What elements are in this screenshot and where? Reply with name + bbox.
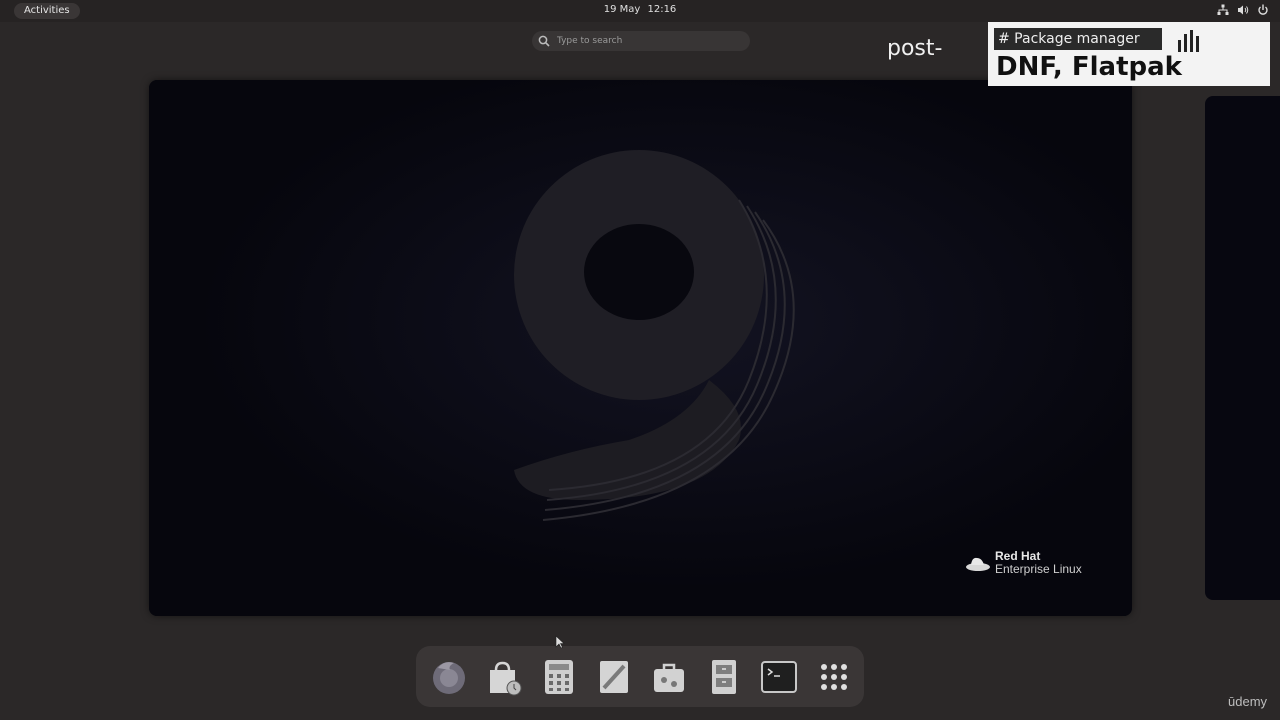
red-hat-logo: Red Hat Enterprise Linux	[965, 550, 1082, 576]
workspace-thumbnail-2[interactable]	[1205, 96, 1280, 600]
network-icon[interactable]	[1216, 3, 1230, 17]
terminal-icon[interactable]	[758, 656, 799, 697]
workspace-thumbnail[interactable]: Red Hat Enterprise Linux	[149, 80, 1132, 616]
mouse-pointer-icon	[555, 635, 565, 649]
software-icon[interactable]	[483, 656, 524, 697]
toolbox-icon[interactable]	[648, 656, 689, 697]
clock-time: 12:16	[647, 4, 677, 15]
clock-date: 19 May	[603, 4, 641, 15]
top-bar: Activities 19 May 12:16	[0, 0, 1280, 22]
bar-chart-icon	[1178, 30, 1199, 52]
search-input[interactable]	[555, 35, 739, 47]
overlay-caption-text: post-	[887, 36, 943, 61]
calculator-icon[interactable]	[538, 656, 579, 697]
product-name: Enterprise Linux	[995, 562, 1082, 576]
red-hat-icon	[966, 557, 990, 571]
volume-icon[interactable]	[1236, 3, 1250, 17]
text-editor-icon[interactable]	[593, 656, 634, 697]
wallpaper-nine-graphic	[149, 80, 1132, 616]
udemy-watermark: ūdemy	[1228, 694, 1268, 709]
search-bar[interactable]	[532, 31, 750, 51]
system-tray[interactable]	[1216, 3, 1270, 17]
app-grid-icon[interactable]	[813, 656, 854, 697]
caption-box: # Package manager DNF, Flatpak	[988, 22, 1270, 86]
power-icon[interactable]	[1256, 3, 1270, 17]
firefox-icon[interactable]	[428, 656, 469, 697]
search-icon	[538, 35, 550, 47]
clock[interactable]: 19 May 12:16	[0, 4, 1280, 15]
caption-title: DNF, Flatpak	[996, 52, 1182, 82]
caption-tag: # Package manager	[994, 28, 1162, 50]
dash-dock	[416, 646, 864, 707]
files-icon[interactable]	[703, 656, 744, 697]
